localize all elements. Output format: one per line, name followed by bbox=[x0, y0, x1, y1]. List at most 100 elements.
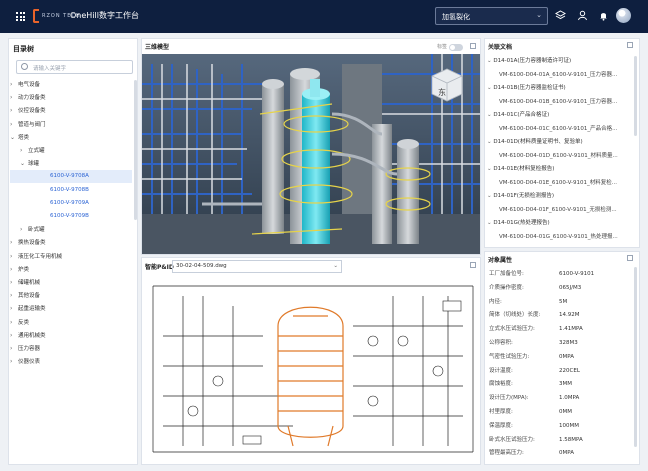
pid-drawing-canvas[interactable] bbox=[143, 276, 479, 462]
tree-item[interactable]: 6100-V-9709B bbox=[10, 210, 132, 223]
search-placeholder: 请输入关键字 bbox=[33, 66, 67, 72]
chevron-icon: › bbox=[10, 292, 13, 300]
layers-icon[interactable] bbox=[554, 10, 566, 22]
doc-group[interactable]: ⌄ D14-01G(热处理报告) bbox=[487, 216, 625, 230]
prop-row: 保温厚度: 100MM bbox=[487, 419, 627, 433]
doc-file-link[interactable]: VM-6100-D04-01E_6100-V-9101_材料复检... bbox=[487, 176, 625, 190]
doc-group-label: D14-01G(热处理报告) bbox=[493, 220, 550, 226]
chevron-down-icon: ⌄ bbox=[536, 11, 542, 19]
doc-group[interactable]: ⌄ D14-01F(无损检测报告) bbox=[487, 189, 625, 203]
doc-file-link[interactable]: VM-6100-D04-01B_6100-V-9101_压力容器... bbox=[487, 95, 625, 109]
tree-item[interactable]: 6100-V-9709A bbox=[10, 197, 132, 210]
tree-item[interactable]: › 电气设备 bbox=[10, 78, 132, 91]
tree-item[interactable]: › 储罐机械 bbox=[10, 276, 132, 289]
prop-value: 1.41MPA bbox=[559, 326, 583, 333]
prop-value: 14.92M bbox=[559, 312, 580, 319]
label-toggle[interactable] bbox=[449, 44, 463, 51]
docs-scrollbar[interactable] bbox=[634, 56, 637, 136]
doc-file-label: VM-6100-D04-01E_6100-V-9101_材料复检... bbox=[499, 179, 617, 186]
tree-item[interactable]: › 仪器仪表 bbox=[10, 355, 132, 368]
tree-item[interactable]: › 炉类 bbox=[10, 263, 132, 276]
prop-key: 气密性试验压力: bbox=[489, 353, 530, 360]
tree-item[interactable]: › 卧式罐 bbox=[10, 223, 132, 236]
prop-key: 管程最高压力: bbox=[489, 450, 524, 457]
doc-file-label: VM-6100-D04-01C_6100-V-9101_产品合格... bbox=[499, 125, 618, 132]
prop-value: 5M bbox=[559, 298, 568, 305]
expand-icon[interactable] bbox=[627, 255, 633, 261]
doc-group[interactable]: ⌄ D14-01C(产品合格证) bbox=[487, 108, 625, 122]
prop-row: 内径: 5M bbox=[487, 295, 627, 309]
doc-group-label: D14-01E(材料复检报告) bbox=[493, 166, 555, 172]
tree-item-label: 起重运输类 bbox=[18, 306, 46, 313]
prop-row: 设计压力(MPA): 1.0MPA bbox=[487, 391, 627, 405]
tree-item-label: 压力容器 bbox=[18, 346, 41, 352]
tree-item-label: 管道与阀门 bbox=[18, 121, 46, 128]
chevron-icon: › bbox=[20, 147, 23, 154]
grid-menu-icon[interactable] bbox=[16, 12, 25, 21]
tree-item[interactable]: ⌄ 球罐 bbox=[10, 157, 132, 170]
pid-drawing-select[interactable]: 30-02-04-509.dwg ⌄ bbox=[172, 260, 342, 273]
doc-file-link[interactable]: VM-6100-D04-01G_6100-V-9101_热处理报... bbox=[487, 230, 625, 244]
tree-item-label: 6100-V-9709B bbox=[50, 213, 89, 219]
pid-drawing-value: 30-02-04-509.dwg bbox=[176, 263, 227, 269]
user-avatar[interactable] bbox=[616, 8, 631, 23]
chevron-icon: › bbox=[10, 81, 13, 88]
tree-item[interactable]: › 其他设备 bbox=[10, 289, 132, 302]
props-scrollbar[interactable] bbox=[634, 267, 637, 447]
tree-item[interactable]: 6100-V-9708A bbox=[10, 170, 132, 184]
props-title: 对象属性 bbox=[488, 257, 513, 264]
tree-item[interactable]: › 反类 bbox=[10, 316, 132, 329]
doc-file-link[interactable]: VM-6100-D04-01F_6100-V-9101_无损检测... bbox=[487, 203, 625, 217]
tree-item-label: 卧式罐 bbox=[28, 227, 45, 234]
tree-item[interactable]: ⌄ 塔类 bbox=[10, 131, 132, 144]
prop-row: 气密性试验压力: 0MPA bbox=[487, 350, 627, 364]
chevron-icon: › bbox=[10, 331, 13, 339]
prop-key: 衬里厚度: bbox=[489, 409, 513, 415]
doc-file-link[interactable]: VM-6100-D04-01A_6100-V-9101_压力容器... bbox=[487, 68, 625, 82]
chevron-icon: › bbox=[10, 239, 13, 247]
model-3d-viewport[interactable]: 东 bbox=[142, 54, 480, 254]
search-icon bbox=[21, 63, 28, 70]
tree-item[interactable]: › 起重运输类 bbox=[10, 302, 132, 315]
expand-icon[interactable] bbox=[470, 262, 476, 268]
pid-title: 智能P&ID bbox=[145, 264, 174, 271]
chevron-icon: › bbox=[10, 358, 13, 366]
doc-group-label: D14-01C(产品合格证) bbox=[493, 112, 550, 118]
doc-group[interactable]: ⌄ D14-01B(压力容器监检证书) bbox=[487, 81, 625, 95]
tree-item[interactable]: › 动力设备类 bbox=[10, 91, 132, 104]
prop-row: 介质操作密度: 065J/M3 bbox=[487, 281, 627, 295]
chevron-icon: › bbox=[10, 265, 13, 273]
chevron-icon: › bbox=[10, 252, 13, 260]
tree-search-input[interactable]: 请输入关键字 bbox=[16, 60, 133, 74]
doc-group[interactable]: ⌄ D14-01E(材料复检报告) bbox=[487, 162, 625, 176]
top-bar: RZON TECH OneHill数字工作台 加氢裂化 ⌄ bbox=[0, 0, 648, 33]
tree-item[interactable]: › 通用机械类 bbox=[10, 329, 132, 342]
prop-key: 公称容积: bbox=[489, 340, 513, 346]
tree-item[interactable]: 6100-V-9708B bbox=[10, 184, 132, 197]
bell-icon[interactable] bbox=[597, 10, 609, 22]
prop-key: 设计温度: bbox=[489, 367, 513, 374]
expand-icon[interactable] bbox=[470, 43, 476, 49]
tree-item[interactable]: › 压力容器 bbox=[10, 342, 132, 355]
prop-value: 6100-V-9101 bbox=[559, 271, 595, 277]
tree-item-label: 仪器仪表 bbox=[18, 359, 41, 366]
tree-item[interactable]: › 立式罐 bbox=[10, 144, 132, 157]
tree-item[interactable]: › 管道与阀门 bbox=[10, 118, 132, 131]
project-select[interactable]: 加氢裂化 ⌄ bbox=[435, 7, 548, 25]
prop-row: 公称容积: 328M3 bbox=[487, 336, 627, 350]
svg-text:东: 东 bbox=[438, 87, 446, 97]
doc-group[interactable]: ⌄ D14-01A(压力容器制造许可证) bbox=[487, 54, 625, 68]
doc-group[interactable]: ⌄ D14-01D(材料质量证明书、复验单) bbox=[487, 135, 625, 149]
tree-item-label: 立式罐 bbox=[28, 148, 45, 154]
tree-item[interactable]: › 液压化工专用机械 bbox=[10, 250, 132, 263]
prop-key: 设计压力(MPA): bbox=[489, 395, 529, 402]
doc-file-link[interactable]: VM-6100-D04-01C_6100-V-9101_产品合格... bbox=[487, 122, 625, 136]
doc-group-label: D14-01B(压力容器监检证书) bbox=[493, 85, 566, 91]
expand-icon[interactable] bbox=[627, 42, 633, 48]
user-icon[interactable] bbox=[576, 10, 588, 22]
tree-item[interactable]: › 换热设备类 bbox=[10, 236, 132, 249]
tree-scrollbar[interactable] bbox=[134, 80, 137, 220]
doc-file-link[interactable]: VM-6100-D04-01D_6100-V-9101_材料质量... bbox=[487, 149, 625, 163]
tree-item[interactable]: › 仪控设备类 bbox=[10, 104, 132, 117]
label-toggle-text: 标签 bbox=[437, 44, 448, 50]
